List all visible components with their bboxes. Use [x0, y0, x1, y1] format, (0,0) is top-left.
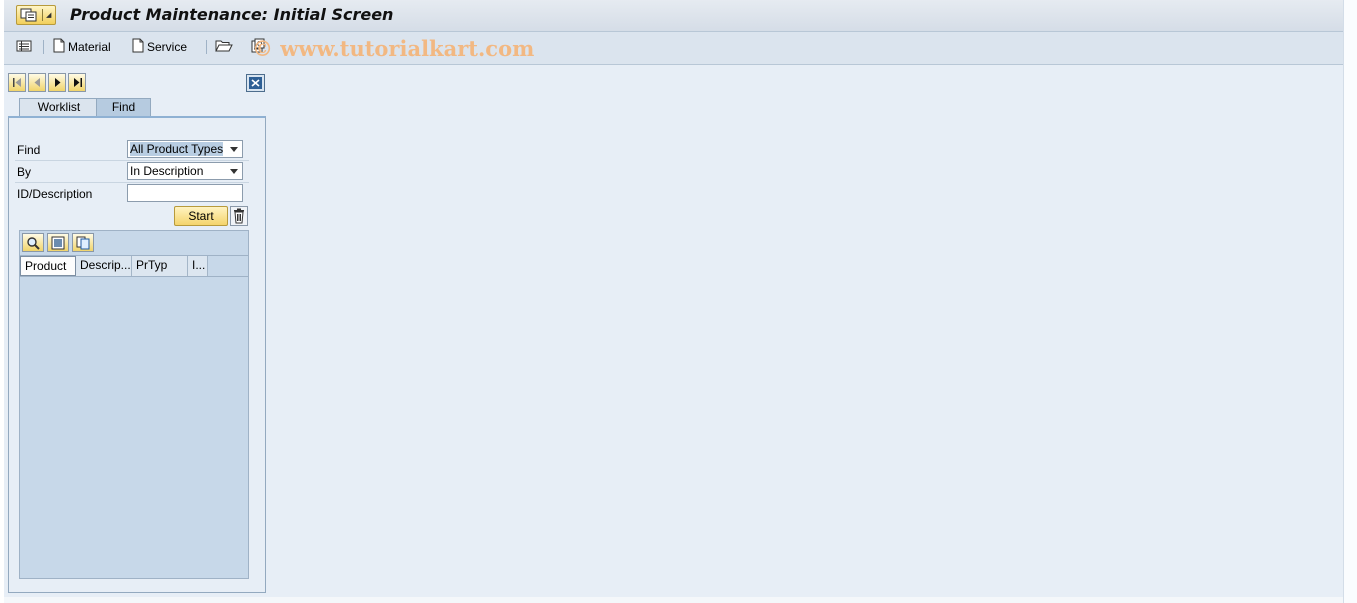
- toolbar-separator: [43, 40, 44, 54]
- results-grid-header: Product Descrip... PrTyp I...: [20, 255, 248, 277]
- column-header-product-type[interactable]: PrTyp: [132, 256, 188, 276]
- column-header-i[interactable]: I...: [188, 256, 208, 276]
- column-header-product[interactable]: Product: [20, 256, 76, 276]
- tab-find[interactable]: Find: [96, 98, 151, 116]
- find-panel: Find All Product Types By In Description…: [8, 116, 266, 593]
- page-title: Product Maintenance: Initial Screen: [70, 5, 394, 24]
- find-by-row: By In Description: [15, 160, 249, 183]
- material-button[interactable]: Material: [53, 38, 111, 56]
- open-button[interactable]: [215, 38, 233, 56]
- find-type-value: All Product Types: [130, 142, 224, 156]
- list-icon: [16, 39, 32, 56]
- find-type-row: Find All Product Types: [15, 138, 249, 161]
- app-window: ◢ Product Maintenance: Initial Screen Ma…: [4, 0, 1347, 603]
- start-button[interactable]: Start: [174, 206, 228, 226]
- system-menu-button[interactable]: ◢: [16, 5, 56, 25]
- next-page-button[interactable]: [48, 73, 66, 92]
- chevron-down-icon: [230, 169, 238, 174]
- service-button-label: Service: [147, 40, 188, 54]
- close-panel-button[interactable]: [246, 74, 265, 92]
- id-description-input[interactable]: [127, 184, 243, 202]
- status-strip: [4, 597, 1347, 603]
- menu-separator: [42, 9, 43, 21]
- document-icon: [53, 38, 65, 56]
- find-label: Find: [17, 143, 41, 157]
- service-button[interactable]: Service: [132, 38, 187, 56]
- id-description-row: ID/Description: [15, 182, 249, 204]
- id-description-label: ID/Description: [17, 187, 93, 201]
- select-all-button[interactable]: [47, 233, 69, 252]
- first-page-button[interactable]: [8, 73, 26, 92]
- find-in-results-button[interactable]: [22, 233, 44, 252]
- material-button-label: Material: [68, 40, 111, 54]
- document-icon: [132, 38, 144, 56]
- title-bar: ◢ Product Maintenance: Initial Screen: [4, 0, 1343, 32]
- find-by-value: In Description: [130, 164, 204, 178]
- list-button[interactable]: [16, 38, 32, 56]
- open-folder-icon: [215, 38, 233, 56]
- previous-page-button[interactable]: [28, 73, 46, 92]
- find-type-select[interactable]: All Product Types: [127, 140, 243, 158]
- watermark-text: © www.tutorialkart.com: [252, 36, 535, 61]
- results-area: Product Descrip... PrTyp I...: [19, 230, 249, 579]
- sap-menu-icon: [20, 7, 38, 22]
- vertical-scrollbar[interactable]: [1343, 0, 1357, 603]
- chevron-down-icon: [230, 147, 238, 152]
- tab-worklist[interactable]: Worklist: [19, 98, 99, 116]
- dropdown-arrow-icon: ◢: [46, 11, 52, 19]
- by-label: By: [17, 165, 32, 179]
- column-header-description[interactable]: Descrip...: [76, 256, 132, 276]
- find-by-select[interactable]: In Description: [127, 162, 243, 180]
- clear-button[interactable]: [230, 206, 248, 226]
- application-toolbar: Material Service © www.tutorialkart.com: [4, 32, 1343, 65]
- last-page-button[interactable]: [68, 73, 86, 92]
- copy-button[interactable]: [72, 233, 94, 252]
- toolbar-separator: [206, 40, 207, 54]
